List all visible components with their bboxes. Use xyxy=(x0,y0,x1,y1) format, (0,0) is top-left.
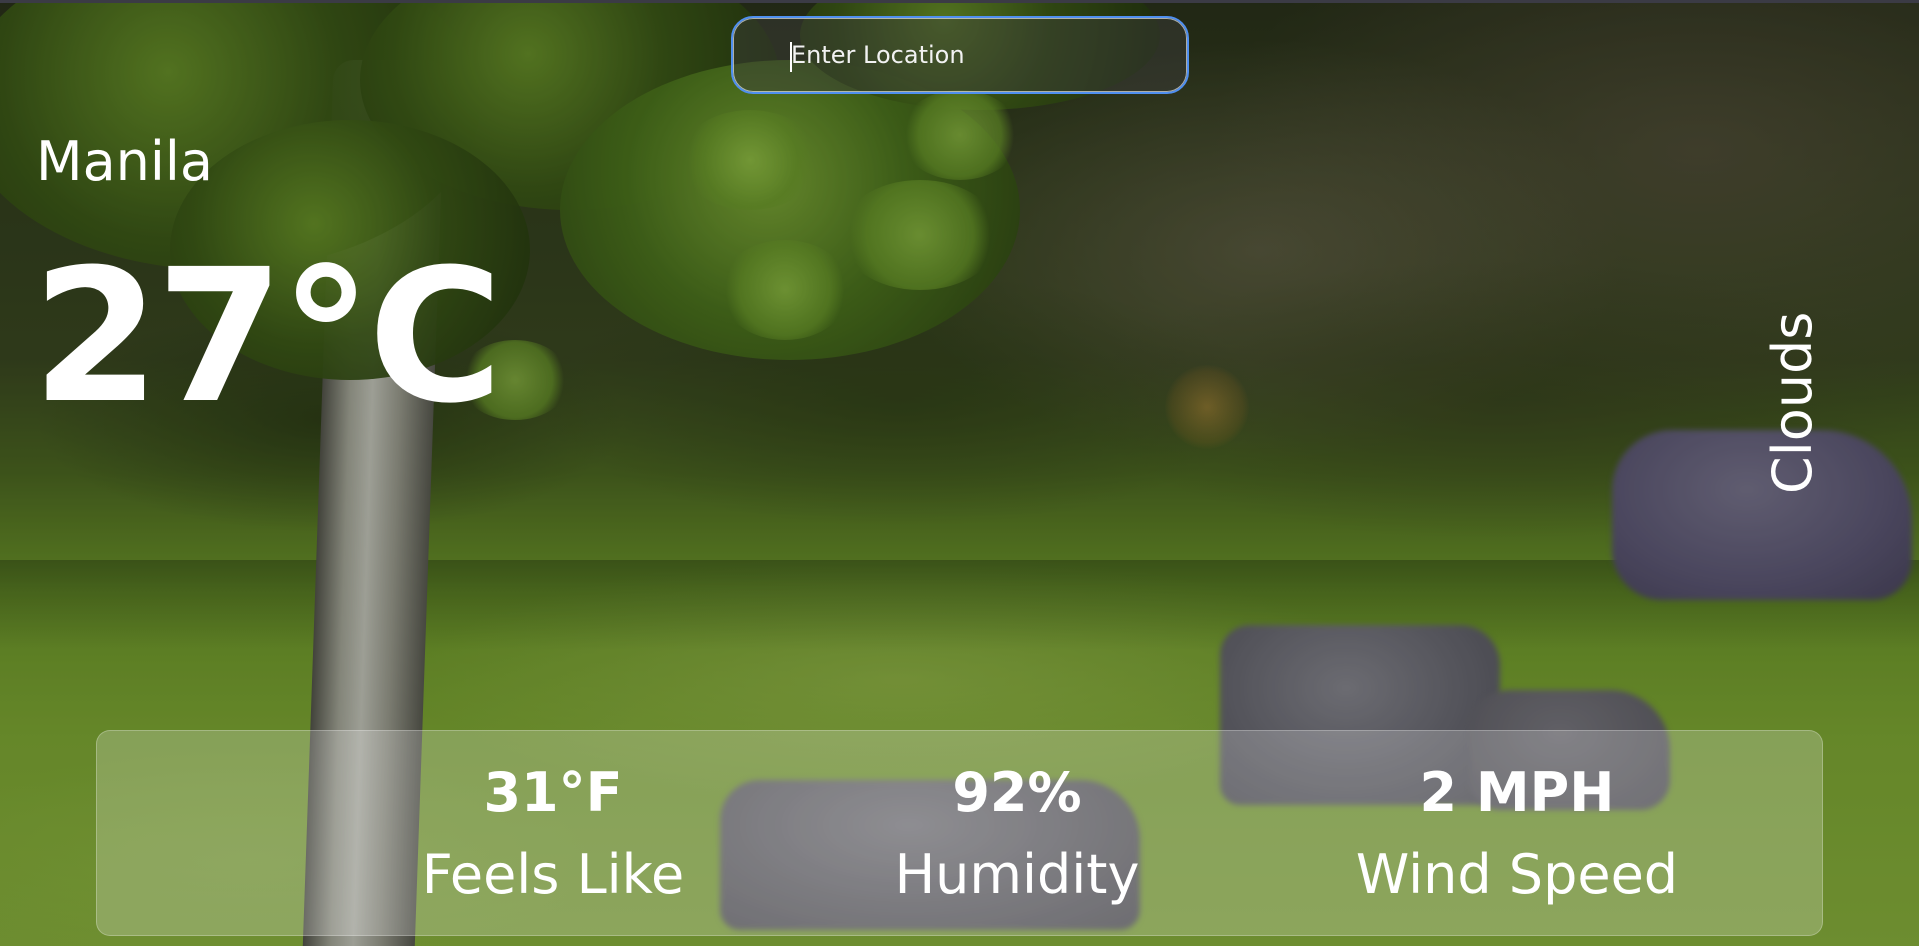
humidity-value: 92% xyxy=(952,761,1082,824)
feels-like-stat: 31°F Feels Like xyxy=(333,731,773,937)
wind-speed-value: 2 MPH xyxy=(1419,761,1615,824)
humidity-label: Humidity xyxy=(894,843,1140,906)
feels-like-label: Feels Like xyxy=(421,843,685,906)
humidity-stat: 92% Humidity xyxy=(797,731,1237,937)
top-border xyxy=(0,0,1919,3)
text-cursor xyxy=(790,42,792,72)
weather-stats-panel: 31°F Feels Like 92% Humidity 2 MPH Wind … xyxy=(96,730,1823,936)
search-box[interactable] xyxy=(731,16,1189,94)
weather-app: Manila 27°C Clouds 31°F Feels Like 92% H… xyxy=(0,0,1919,946)
location-name: Manila xyxy=(36,130,214,193)
weather-condition: Clouds xyxy=(1761,311,1824,494)
wind-speed-stat: 2 MPH Wind Speed xyxy=(1257,731,1777,937)
wind-speed-label: Wind Speed xyxy=(1355,843,1679,906)
location-search-input[interactable] xyxy=(733,18,1187,92)
current-temperature: 27°C xyxy=(32,230,503,444)
feels-like-value: 31°F xyxy=(483,761,623,824)
